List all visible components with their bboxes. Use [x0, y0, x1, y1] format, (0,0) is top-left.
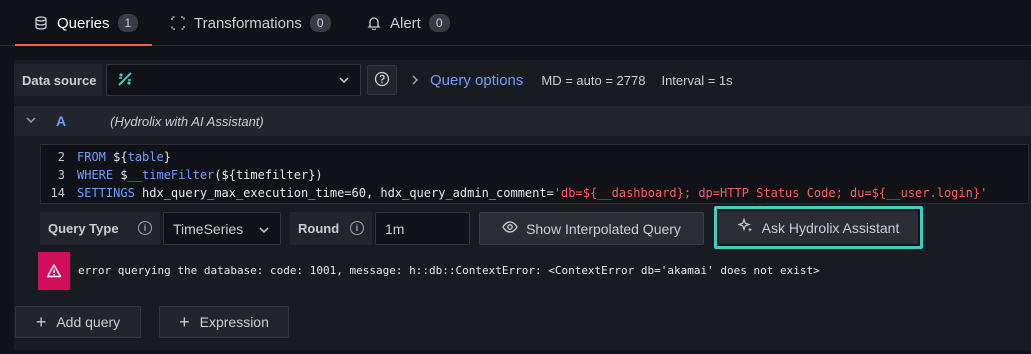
code-token: table [127, 150, 164, 164]
code-line: 3 WHERE $ __timeFilter (${timefilter}) [41, 166, 323, 184]
sql-editor[interactable]: 2 FROM ${table} 3 WHERE $ __timeFilter (${… [40, 144, 1029, 204]
query-type-label: Query Type i [40, 212, 160, 245]
show-interpolated-label: Show Interpolated Query [526, 220, 681, 237]
tab-bar: Queries 1 Transformations 0 Alert 0 [0, 0, 1031, 46]
query-type-select[interactable]: TimeSeries [163, 212, 281, 245]
code-token: 'db=${__dashboard}; dp=HTTP Status Code;… [553, 186, 988, 200]
bell-icon [366, 15, 382, 31]
plus-icon: + [35, 312, 47, 332]
datasource-help-button[interactable] [367, 65, 397, 95]
error-alert: error querying the database: code: 1001,… [38, 252, 1031, 290]
add-query-button[interactable]: + Add query [15, 306, 141, 338]
chevron-right-icon [410, 73, 420, 88]
add-expression-label: Expression [199, 314, 269, 330]
datasource-label: Data source [14, 64, 102, 96]
chevron-down-icon [258, 223, 270, 239]
code-line: 14 SETTINGS hdx_query_max_execution_time… [41, 184, 988, 202]
query-type-label-text: Query Type [48, 221, 119, 236]
tab-alert-count: 0 [428, 14, 450, 32]
code-token: $ [113, 168, 128, 182]
question-circle-icon [374, 71, 390, 90]
datasource-select[interactable] [106, 64, 361, 96]
tab-alert-label: Alert [390, 14, 421, 32]
query-options-toggle[interactable]: Query options MD = auto = 2778 Interval … [400, 66, 733, 94]
tab-queries-count: 1 [117, 14, 139, 32]
query-options-md: MD = auto = 2778 [541, 72, 646, 88]
query-datasource-name: (Hydrolix with AI Assistant) [110, 113, 264, 129]
ask-assistant-label: Ask Hydrolix Assistant [761, 219, 900, 236]
query-row-header[interactable]: A (Hydrolix with AI Assistant) [14, 106, 1031, 136]
code-token: (${timefilter}) [214, 168, 323, 182]
info-icon[interactable]: i [350, 221, 364, 235]
code-token: hdx_query_max_execution_time=60, hdx_que… [134, 186, 554, 200]
collapse-chevron-icon[interactable] [26, 115, 36, 128]
query-type-value: TimeSeries [173, 220, 244, 237]
code-line: 2 FROM ${table} [41, 148, 171, 166]
code-token: ${ [105, 150, 128, 164]
line-number: 14 [50, 186, 65, 200]
chevron-down-icon [338, 73, 350, 89]
database-icon [33, 15, 49, 31]
plus-icon: + [179, 312, 190, 332]
round-input[interactable]: 1m [375, 212, 470, 245]
show-interpolated-query-button[interactable]: Show Interpolated Query [479, 212, 704, 245]
eye-icon [502, 219, 518, 238]
query-ref-id[interactable]: A [56, 113, 66, 129]
datasource-row: Data source Query options MD = auto = 27… [14, 60, 1031, 100]
info-icon[interactable]: i [138, 221, 152, 235]
line-number: 3 [57, 168, 65, 182]
tab-transformations[interactable]: Transformations 0 [170, 0, 331, 46]
add-expression-button[interactable]: + Expression [159, 306, 289, 338]
ask-assistant-button[interactable]: Ask Hydrolix Assistant [714, 206, 923, 249]
tab-queries[interactable]: Queries 1 [14, 0, 153, 46]
query-options-title: Query options [430, 71, 524, 89]
code-token: FROM [77, 150, 106, 164]
code-token: } [163, 150, 171, 164]
warning-icon [38, 252, 70, 290]
tab-transformations-label: Transformations [194, 14, 302, 32]
transform-icon [170, 15, 186, 31]
hydrolix-logo-icon [117, 71, 133, 90]
ask-assistant-inner[interactable]: Ask Hydrolix Assistant [719, 211, 918, 244]
error-message: error querying the database: code: 1001,… [78, 264, 820, 277]
add-query-label: Add query [56, 314, 121, 330]
code-token: __timeFilter [127, 168, 215, 182]
tab-queries-label: Queries [57, 14, 110, 32]
round-label: Round i [290, 212, 372, 245]
code-token: WHERE [77, 168, 114, 182]
tab-transformations-count: 0 [309, 14, 331, 32]
round-label-text: Round [298, 221, 340, 236]
sparkle-icon [736, 217, 754, 237]
query-options-interval: Interval = 1s [661, 72, 733, 88]
line-number: 2 [57, 150, 65, 164]
code-token: SETTINGS [77, 186, 135, 200]
tab-alert[interactable]: Alert 0 [366, 0, 450, 46]
